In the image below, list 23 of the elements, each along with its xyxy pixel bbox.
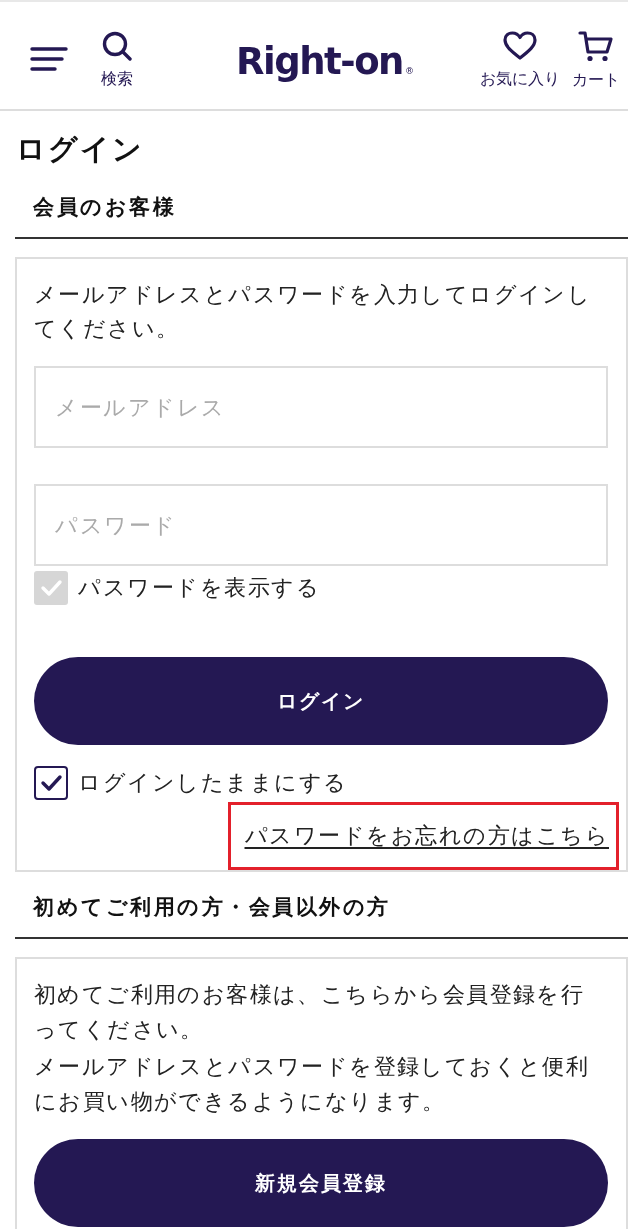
brand-logo[interactable]: Right-on® — [236, 40, 414, 93]
favorites-button[interactable]: お気に入り — [480, 31, 560, 89]
search-button[interactable]: 検索 — [101, 31, 133, 89]
heart-icon — [503, 31, 537, 61]
page-title: ログイン — [16, 131, 145, 167]
info-text: 初めてご利用のお客様は、こちらから会員登録を行ってください。 — [34, 981, 586, 1044]
section-heading: 初めてご利用の方・会員以外の方 — [15, 892, 628, 939]
checkbox[interactable] — [34, 571, 68, 605]
checkbox-label[interactable]: ログインしたままにする — [78, 766, 348, 800]
checkbox-label[interactable]: パスワードを表示する — [78, 571, 320, 605]
info-text: メールアドレスとパスワードを登録しておくと便利にお買い物ができるようになります。 — [34, 1053, 591, 1116]
forgot-password-link[interactable]: パスワードをお忘れの方はこちら — [244, 823, 609, 848]
search-icon — [102, 31, 132, 61]
menu-icon — [30, 47, 68, 71]
cart-icon — [578, 31, 614, 62]
password-field[interactable]: パスワード — [34, 484, 608, 566]
checkbox[interactable] — [34, 766, 68, 800]
register-button[interactable]: 新規会員登録 — [34, 1139, 608, 1227]
email-field[interactable]: メールアドレス — [34, 366, 608, 448]
instruction-text: メールアドレスとパスワードを入力してログインしてください。 — [34, 281, 593, 343]
section-heading: 会員のお客様 — [15, 192, 628, 239]
login-button[interactable]: ログイン — [34, 657, 608, 745]
cart-button[interactable]: カート — [572, 31, 620, 90]
